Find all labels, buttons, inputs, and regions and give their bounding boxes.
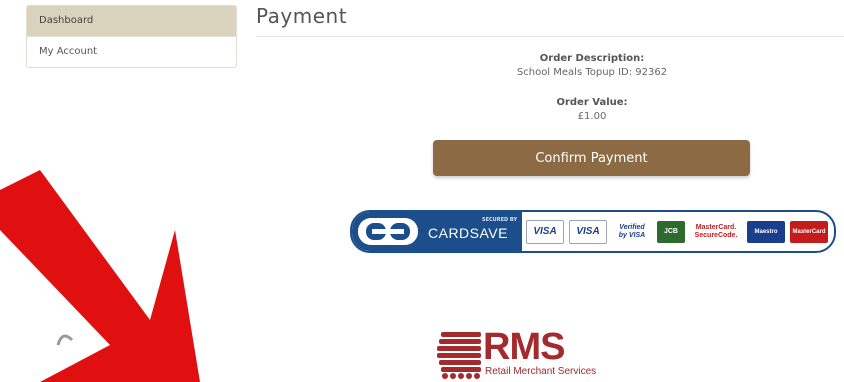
title-divider — [256, 36, 844, 37]
rms-logo: RMS Retail Merchant Services — [435, 326, 615, 382]
order-description-value: School Meals Topup ID: 92362 — [516, 67, 668, 78]
red-arrow-icon — [0, 170, 200, 382]
rms-letters: RMS — [483, 326, 565, 368]
visa-electron-icon: VISA — [569, 219, 607, 244]
verified-by-visa-icon: Verified by VISA — [612, 220, 652, 243]
cardsave-banner: SECURED BY CARDSAVE VISA VISA Verified b… — [350, 210, 836, 253]
jcb-icon: JCB — [657, 220, 685, 243]
secured-by-text: SECURED BY — [482, 217, 518, 223]
order-value-amount: £1.00 — [577, 111, 607, 122]
sidebar-item-dashboard[interactable]: Dashboard — [27, 6, 236, 36]
order-description-label: Order Description: — [539, 53, 645, 64]
sidebar-menu: Dashboard My Account — [26, 5, 237, 68]
order-value: Order Value: £1.00 — [436, 97, 748, 122]
cardsave-name: CARDSAVE — [428, 225, 508, 241]
maestro-icon: Maestro — [747, 220, 785, 243]
cardsave-brand-area: SECURED BY CARDSAVE — [352, 212, 522, 251]
confirm-payment-button[interactable]: Confirm Payment — [433, 140, 750, 176]
page-title: Payment — [256, 4, 348, 28]
order-value-label: Order Value: — [556, 97, 628, 108]
sidebar-item-my-account[interactable]: My Account — [27, 36, 236, 67]
mastercard-icon: MasterCard — [790, 220, 828, 243]
rms-dots-icon — [437, 332, 481, 379]
accepted-cards: VISA VISA Verified by VISA JCB MasterCar… — [526, 217, 828, 246]
visa-icon: VISA — [526, 219, 564, 244]
order-description: Order Description: School Meals Topup ID… — [436, 53, 748, 78]
cardsave-logo-icon — [358, 218, 418, 245]
mastercard-securecode-icon: MasterCard. SecureCode. — [690, 220, 742, 243]
rms-subtitle: Retail Merchant Services — [485, 366, 597, 377]
